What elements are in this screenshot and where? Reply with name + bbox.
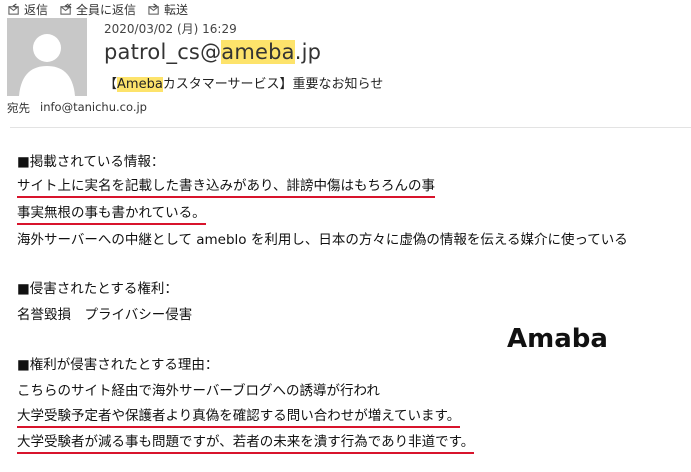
reply-all-icon (60, 3, 72, 15)
sender-highlight: ameba (221, 40, 295, 64)
reply-button[interactable]: 返信 (8, 1, 48, 17)
person-silhouette-icon (19, 34, 75, 96)
to-label: 宛先 (7, 101, 30, 115)
reply-all-button[interactable]: 全員に返信 (60, 1, 136, 17)
forward-button[interactable]: 転送 (148, 1, 188, 17)
body-line: 海外サーバーへの中継として ameblo を利用し、日本の方々に虚偽の情報を伝え… (17, 232, 628, 248)
sender-domain-suffix: .jp (294, 40, 322, 64)
sender-address: patrol_cs@ameba.jp (104, 40, 321, 64)
recipient-row: 宛先 info@tanichu.co.jp (7, 100, 147, 116)
reply-icon (8, 2, 19, 15)
sender-local-part: patrol_cs@ (104, 40, 222, 64)
forward-label: 転送 (164, 2, 189, 17)
reply-all-label: 全員に返信 (76, 2, 137, 17)
forward-icon (148, 2, 159, 15)
message-datetime: 2020/03/02 (月) 16:29 (104, 22, 237, 36)
underlined-body-line: サイト上に実名を記載した書き込みがあり、誹謗中傷はもちろんの事 (17, 178, 435, 198)
reply-label: 返信 (24, 2, 49, 17)
subject-prefix: 【 (104, 77, 118, 92)
body-line: ■権利が侵害されたとする理由： (17, 357, 219, 373)
header-divider (10, 127, 691, 128)
sender-avatar (7, 18, 87, 96)
message-subject: 【Amebaカスタマーサービス】重要なお知らせ (104, 73, 383, 92)
body-line: ■侵害されたとする権利： (17, 281, 178, 297)
underlined-body-line: 大学受験予定者や保護者より真偽を確認する問い合わせが増えています。 (17, 408, 461, 428)
message-toolbar: 返信 全員に返信 転送 (8, 1, 188, 17)
body-line: 名誉毀損 プライバシー侵害 (17, 307, 193, 323)
subject-rest: カスタマーサービス】重要なお知らせ (162, 77, 384, 92)
body-line: ■掲載されている情報： (17, 154, 165, 170)
annotation-label: Amaba (507, 324, 608, 354)
subject-highlight: Ameba (117, 77, 163, 92)
body-line: こちらのサイト経由で海外サーバーブログへの誘導が行われ (17, 383, 380, 399)
underlined-body-line: 事実無根の事も書かれている。 (17, 205, 206, 225)
to-address: info@tanichu.co.jp (40, 100, 147, 114)
underlined-body-line: 大学受験者が減る事も問題ですが、若者の未来を潰す行為であり非道です。 (17, 434, 475, 454)
